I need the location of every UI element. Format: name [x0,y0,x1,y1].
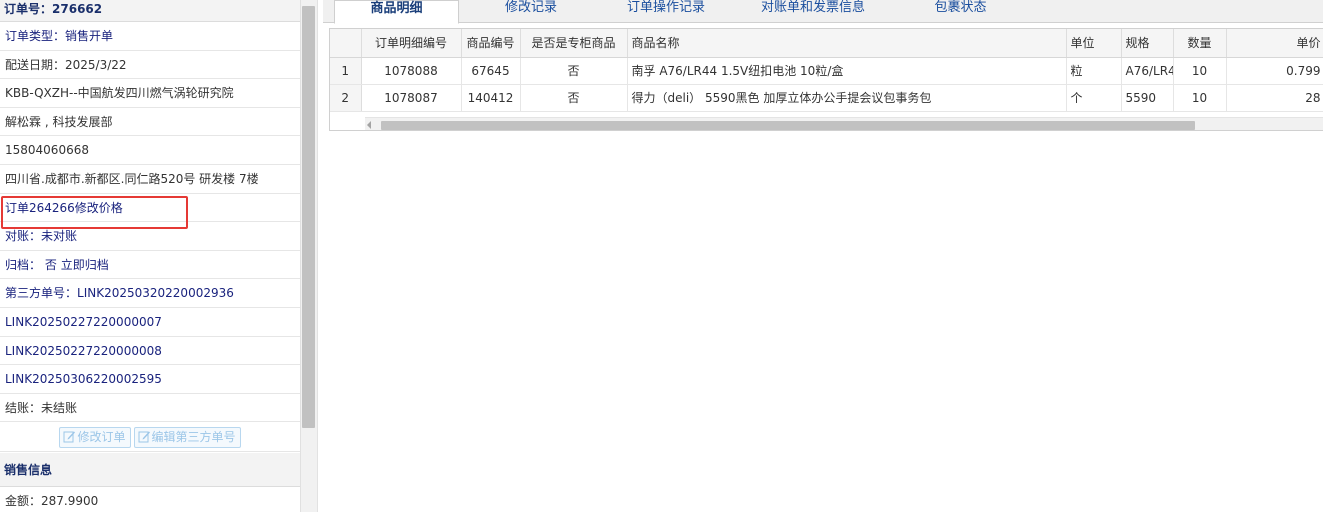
third-party-number[interactable]: LINK20250227220000007 [5,315,162,329]
archive-now-link[interactable]: 立即归档 [61,258,109,272]
reconcile-status: 未对账 [41,229,78,244]
grid-scroll-thumb[interactable] [381,121,1195,130]
tab-product-details[interactable]: 商品明细 [334,0,459,24]
product-id-link[interactable]: 67645 [461,57,521,85]
detail-tabbar: 商品明细 修改记录 订单操作记录 对账单和发票信息 包裹状态 [323,0,1323,24]
spec-cell: A76/LR4 [1121,57,1174,85]
highlight-annotation-box [1,196,188,229]
unit-price-cell: 28 [1226,84,1323,112]
order-number-label: 订单号： [4,2,53,16]
spec-cell: 5590 [1121,84,1174,112]
quantity-cell: 10 [1173,84,1227,112]
third-party-row: LINK20250306220002595 [0,365,300,394]
table-row[interactable]: 1 1078088 67645 否 南孚 A76/LR44 1.5V纽扣电池 1… [330,57,1323,85]
contact-name: 解松霖 , 科技发展部 [5,114,113,129]
edit-third-party-label: 编辑第三方单号 [151,430,236,445]
phone-row: 15804060668 [0,136,300,165]
address-row: 四川省.成都市.新都区.同仁路520号 研发楼 7楼 [0,165,300,194]
phone-number: 15804060668 [5,143,89,158]
tab-order-operation-log[interactable]: 订单操作记录 [611,0,721,23]
order-type-label: 订单类型： [5,29,66,43]
amount-label: 金额： [5,494,42,509]
column-header[interactable]: 单价 [1226,29,1323,58]
edit-order-label: 修改订单 [77,430,126,445]
column-header[interactable]: 单位 [1066,29,1122,58]
column-header[interactable]: 商品编号 [461,29,521,58]
archive-row: 归档： 否 立即归档 [0,251,300,280]
row-number: 2 [330,84,362,112]
third-party-row: LINK20250227220000007 [0,308,300,337]
edit-order-button[interactable]: 修改订单 [59,427,131,449]
order-type-row: 订单类型：销售开单 [0,22,300,51]
third-party-number[interactable]: LINK20250306220002595 [5,372,162,386]
tab-statement-invoice[interactable]: 对账单和发票信息 [738,0,888,23]
settle-status: 未结账 [41,400,78,415]
table-header-row: 订单明细编号 商品编号 是否是专柜商品 商品名称 单位 规格 数量 单价 [330,29,1323,58]
grid-horizontal-scrollbar[interactable] [365,117,1323,130]
table-row[interactable]: 2 1078087 140412 否 得力（deli） 5590黑色 加厚立体办… [330,84,1323,112]
scroll-left-arrow-icon[interactable] [367,121,371,129]
third-party-row: LINK20250227220000008 [0,337,300,366]
product-grid: 订单明细编号 商品编号 是否是专柜商品 商品名称 单位 规格 数量 单价 1 1… [329,28,1323,131]
row-number-header [330,29,362,58]
unit-cell: 粒 [1066,57,1122,85]
detail-panel: 商品明细 修改记录 订单操作记录 对账单和发票信息 包裹状态 订单明细编号 商品… [323,0,1323,512]
order-info-panel: 订单号：276662 订单类型：销售开单 配送日期：2025/3/22 KBB-… [0,0,300,512]
delivery-date-value: 2025/3/22 [65,57,127,72]
column-header[interactable]: 商品名称 [627,29,1067,58]
delivery-address: 四川省.成都市.新都区.同仁路520号 研发楼 7楼 [5,171,259,186]
row-number: 1 [330,57,362,85]
reconcile-label: 对账： [5,229,42,244]
amount-row: 金额：287.9900 [0,487,300,512]
third-party-label: 第三方单号： [5,286,78,301]
customer-row: KBB-QXZH--中国航发四川燃气涡轮研究院 [0,79,300,108]
archive-status: 否 [44,257,57,272]
third-party-number[interactable]: LINK20250320220002936 [77,286,234,300]
detail-id-cell: 1078088 [361,57,462,85]
order-number: 276662 [52,2,103,16]
product-name-link[interactable]: 得力（deli） 5590黑色 加厚立体办公手提会议包事务包 [627,84,1067,112]
is-counter-cell: 否 [520,84,628,112]
unit-price-cell: 0.799 [1226,57,1323,85]
settle-row: 结账：未结账 [0,394,300,423]
column-header[interactable]: 数量 [1173,29,1227,58]
edit-icon [63,431,76,443]
edit-icon [138,431,150,443]
column-header[interactable]: 订单明细编号 [361,29,462,58]
unit-cell: 个 [1066,84,1122,112]
edit-third-party-button[interactable]: 编辑第三方单号 [133,427,241,449]
archive-label: 归档： [5,257,42,272]
product-id-link[interactable]: 140412 [461,84,521,112]
left-panel-scroll-thumb[interactable] [302,6,315,428]
product-name-link[interactable]: 南孚 A76/LR44 1.5V纽扣电池 10粒/盒 [627,57,1067,85]
third-party-number[interactable]: LINK20250227220000008 [5,344,162,358]
customer-name: KBB-QXZH--中国航发四川燃气涡轮研究院 [5,86,234,101]
tab-modify-log[interactable]: 修改记录 [483,0,579,23]
quantity-cell: 10 [1173,57,1227,85]
order-number-header: 订单号：276662 [0,0,300,22]
sales-info-header: 销售信息 [0,453,300,488]
delivery-date-label: 配送日期： [5,57,66,72]
column-header[interactable]: 规格 [1121,29,1174,58]
order-action-buttons: 修改订单 编辑第三方单号 [0,422,300,453]
contact-row: 解松霖 , 科技发展部 [0,108,300,137]
order-type-value: 销售开单 [65,29,114,43]
detail-id-cell: 1078087 [361,84,462,112]
tab-package-status[interactable]: 包裹状态 [898,0,1023,23]
settle-label: 结账： [5,400,42,415]
third-party-row: 第三方单号：LINK20250320220002936 [0,279,300,308]
delivery-date-row: 配送日期：2025/3/22 [0,51,300,80]
is-counter-cell: 否 [520,57,628,85]
sales-info-title: 销售信息 [4,463,53,478]
column-header[interactable]: 是否是专柜商品 [520,29,628,58]
product-table: 订单明细编号 商品编号 是否是专柜商品 商品名称 单位 规格 数量 单价 1 1… [330,29,1323,112]
amount-value: 287.9900 [41,494,99,509]
